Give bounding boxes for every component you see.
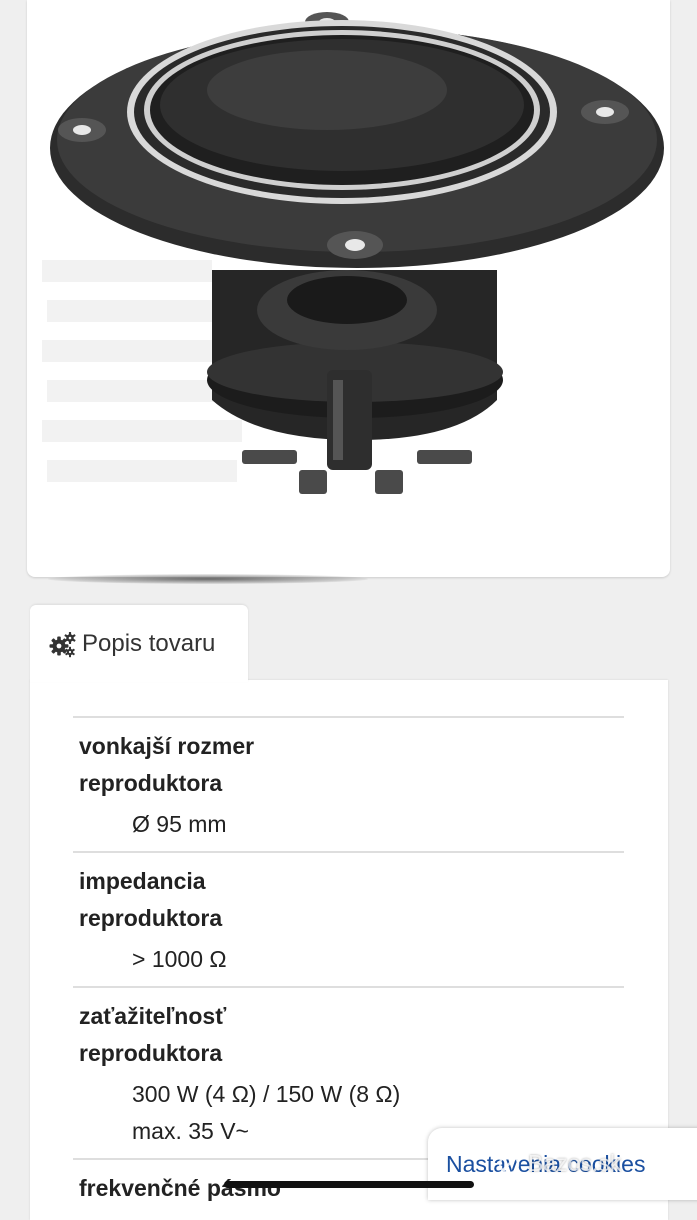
card-shadow — [48, 574, 368, 584]
watermark: Bazos.sk — [498, 1150, 621, 1177]
spec-label: zaťažiteľnosť reproduktora — [79, 1003, 227, 1066]
spec-value: 300 W (4 Ω) / 150 W (8 Ω) max. 35 V~ — [132, 1081, 401, 1144]
spec-label: vonkajší rozmer reproduktora — [79, 733, 255, 796]
gears-icon — [49, 631, 76, 657]
spec-label: frekvenčné pásmo — [79, 1175, 281, 1201]
spec-label: impedancia reproduktora — [79, 868, 223, 931]
spec-row: impedancia reproduktora > 1000 Ω — [73, 851, 624, 986]
spec-row: vonkajší rozmer reproduktora Ø 95 mm — [73, 716, 624, 851]
product-image — [42, 12, 664, 494]
watermark-text: Bazos.sk — [528, 1150, 622, 1176]
home-indicator[interactable] — [224, 1181, 474, 1188]
spec-value: > 1000 Ω — [132, 946, 227, 972]
tab-product-description[interactable]: Popis tovaru — [30, 605, 248, 682]
spec-value: Ø 95 mm — [132, 811, 227, 837]
watermark-logo-icon — [498, 1153, 520, 1174]
product-image-card[interactable] — [27, 0, 670, 577]
tab-label: Popis tovaru — [82, 629, 216, 657]
